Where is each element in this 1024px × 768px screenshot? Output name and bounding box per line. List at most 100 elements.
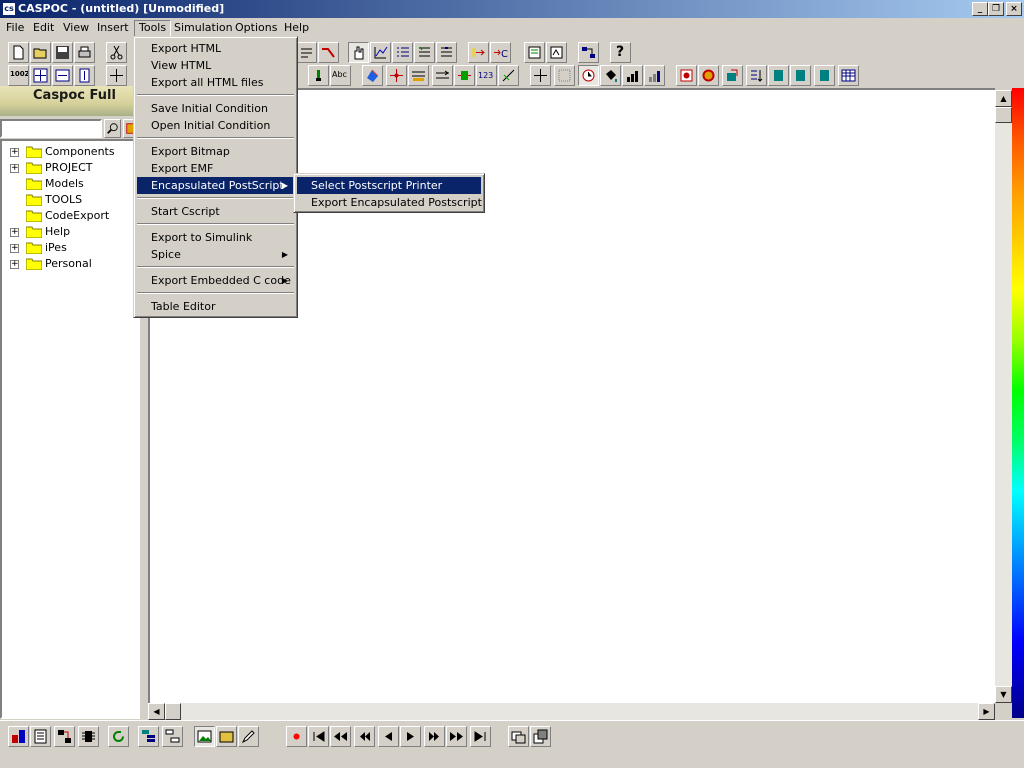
properties-button[interactable] xyxy=(414,42,435,63)
target-button[interactable] xyxy=(676,65,697,86)
paint-button[interactable] xyxy=(600,65,621,86)
menu-tools[interactable]: Tools xyxy=(134,20,172,37)
step-forward-button[interactable] xyxy=(424,726,445,747)
text-button[interactable]: Abc xyxy=(330,65,351,86)
rewind-button[interactable] xyxy=(354,726,375,747)
run-model-button[interactable] xyxy=(722,65,743,86)
menu-select-postscript-printer[interactable]: Select Postscript Printer xyxy=(297,177,481,194)
tree-view-button[interactable] xyxy=(138,726,159,747)
menu-open-initial-condition[interactable]: Open Initial Condition xyxy=(137,117,294,134)
step-back-button[interactable] xyxy=(378,726,399,747)
horizontal-scrollbar[interactable]: ◀ ▶ xyxy=(148,703,995,720)
zoom-height-button[interactable] xyxy=(74,65,95,86)
fast-rewind-button[interactable] xyxy=(330,726,351,747)
scroll-up-button[interactable]: ▲ xyxy=(995,90,1012,107)
probe-button[interactable] xyxy=(308,65,329,86)
menu-save-initial-condition[interactable]: Save Initial Condition xyxy=(137,100,294,117)
counter-button[interactable]: 123 xyxy=(476,65,497,86)
layout-button[interactable] xyxy=(54,726,75,747)
export-lib-button[interactable] xyxy=(546,42,567,63)
menu-encapsulated-postscript[interactable]: Encapsulated PostScript ▶ xyxy=(137,177,294,194)
play-button[interactable] xyxy=(400,726,421,747)
new-file-button[interactable] xyxy=(8,42,29,63)
document-button[interactable] xyxy=(30,726,51,747)
scope-button[interactable] xyxy=(370,42,391,63)
chip-c-button[interactable] xyxy=(814,65,835,86)
library-search-input[interactable] xyxy=(0,119,102,138)
chip-a-button[interactable] xyxy=(768,65,789,86)
measure-button[interactable] xyxy=(498,65,519,86)
dots-button[interactable] xyxy=(554,65,575,86)
grid-button[interactable] xyxy=(106,65,127,86)
disconnect-button[interactable]: C xyxy=(490,42,511,63)
menu-export-bitmap[interactable]: Export Bitmap xyxy=(137,143,294,160)
menu-export-html[interactable]: Export HTML xyxy=(137,40,294,57)
component-3d-button[interactable] xyxy=(362,65,383,86)
image-button[interactable] xyxy=(194,726,215,747)
menu-export-emf[interactable]: Export EMF xyxy=(137,160,294,177)
clock-button[interactable] xyxy=(578,65,599,86)
save-button[interactable] xyxy=(52,42,73,63)
gallery-button[interactable] xyxy=(216,726,237,747)
menu-export-encapsulated-postscript[interactable]: Export Encapsulated Postscript xyxy=(297,194,482,211)
menu-insert[interactable]: Insert xyxy=(92,20,134,37)
windows-cascade-button[interactable] xyxy=(530,726,551,747)
settings-button[interactable] xyxy=(698,65,719,86)
chip-b-button[interactable] xyxy=(790,65,811,86)
menu-start-cscript[interactable]: Start Cscript xyxy=(137,203,294,220)
scroll-right-button[interactable]: ▶ xyxy=(978,703,995,720)
library-button[interactable] xyxy=(524,42,545,63)
go-end-button[interactable] xyxy=(470,726,491,747)
go-start-button[interactable] xyxy=(308,726,329,747)
restore-button[interactable]: ❐ xyxy=(988,2,1004,16)
print-button[interactable] xyxy=(74,42,95,63)
menu-export-simulink[interactable]: Export to Simulink xyxy=(137,229,294,246)
expand-icon[interactable]: + xyxy=(10,260,19,269)
menu-help[interactable]: Help xyxy=(279,20,314,37)
hand-tool-button[interactable] xyxy=(348,42,369,63)
hierarchy-button[interactable] xyxy=(162,726,183,747)
menu-options[interactable]: Options xyxy=(230,20,282,37)
menu-view-html[interactable]: View HTML xyxy=(137,57,294,74)
block-button[interactable] xyxy=(454,65,475,86)
menu-spice[interactable]: Spice ▶ xyxy=(137,246,294,263)
blocks-button[interactable] xyxy=(8,726,29,747)
minimize-button[interactable]: _ xyxy=(972,2,988,16)
search-button[interactable] xyxy=(104,119,121,138)
table-button[interactable] xyxy=(838,65,859,86)
menu-file[interactable]: File xyxy=(1,20,29,37)
zoom-width-button[interactable] xyxy=(52,65,73,86)
scroll-down-button[interactable]: ▼ xyxy=(995,686,1012,703)
refresh-button[interactable] xyxy=(108,726,129,747)
close-button[interactable]: × xyxy=(1006,2,1022,16)
menu-simulation[interactable]: Simulation xyxy=(169,20,238,37)
expand-icon[interactable]: + xyxy=(10,148,19,157)
edit-pen-button[interactable] xyxy=(238,726,259,747)
cut-button[interactable] xyxy=(106,42,127,63)
expand-icon[interactable]: + xyxy=(10,228,19,237)
app-icon[interactable]: cs xyxy=(3,3,15,15)
bus-button[interactable] xyxy=(408,65,429,86)
node-button[interactable] xyxy=(386,65,407,86)
menu-export-embedded-c[interactable]: Export Embedded C code ▶ xyxy=(137,272,294,289)
menu-view[interactable]: View xyxy=(58,20,94,37)
expand-icon[interactable]: + xyxy=(10,244,19,253)
expand-icon[interactable]: + xyxy=(10,164,19,173)
wire-button[interactable] xyxy=(318,42,339,63)
meter-button[interactable] xyxy=(644,65,665,86)
align-button[interactable] xyxy=(296,42,317,63)
settings-list-button[interactable] xyxy=(436,42,457,63)
record-button[interactable] xyxy=(286,726,307,747)
zoom-fit-button[interactable] xyxy=(30,65,51,86)
scroll-left-button[interactable]: ◀ xyxy=(148,703,165,720)
vertical-scroll-thumb[interactable] xyxy=(995,107,1012,123)
window-layer-button[interactable] xyxy=(508,726,529,747)
help-button[interactable]: ? xyxy=(610,42,631,63)
open-file-button[interactable] xyxy=(30,42,51,63)
zoom-100-button[interactable]: 100Z xyxy=(8,65,29,86)
bars-button[interactable] xyxy=(622,65,643,86)
list-button[interactable] xyxy=(392,42,413,63)
sort-button[interactable] xyxy=(746,65,767,86)
fast-forward-button[interactable] xyxy=(446,726,467,747)
horizontal-scroll-thumb[interactable] xyxy=(165,703,181,720)
